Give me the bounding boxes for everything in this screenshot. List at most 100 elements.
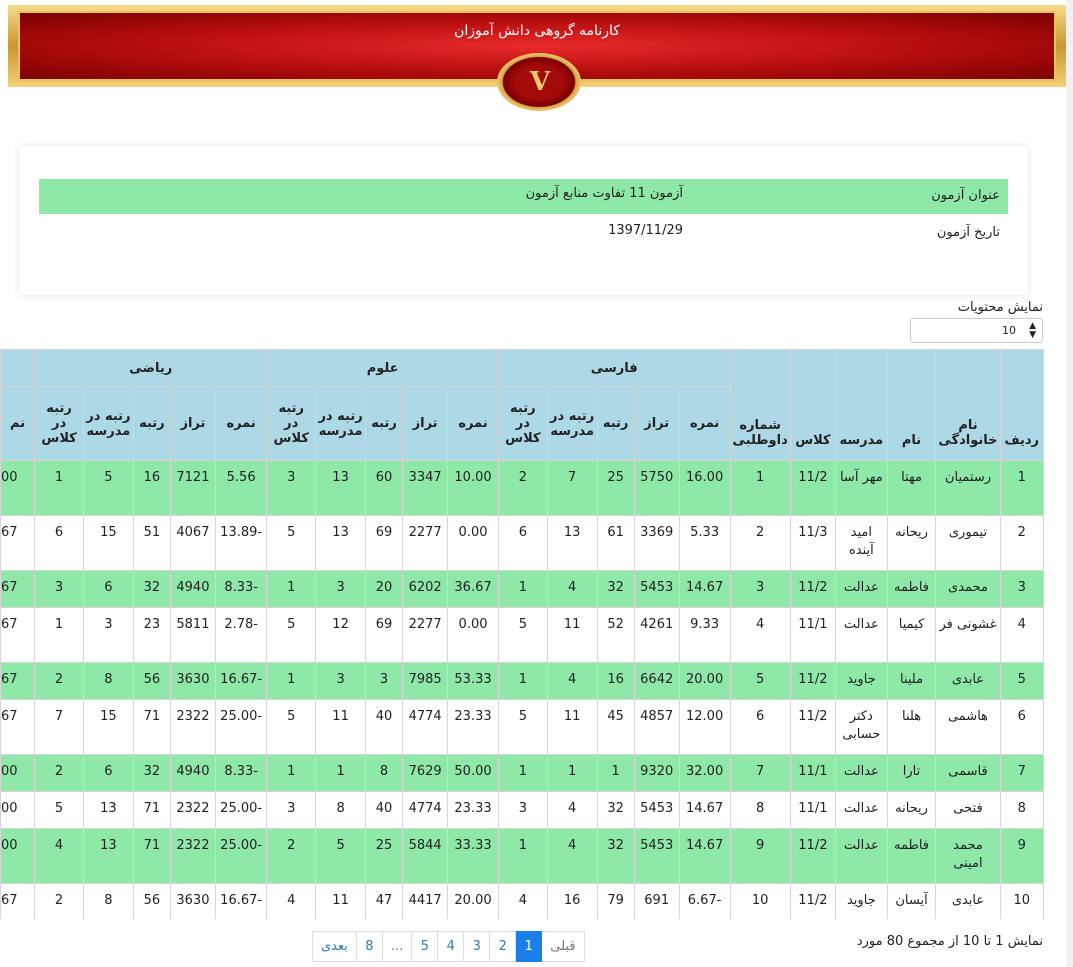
table-cell: 16 <box>546 883 598 919</box>
table-cell: 16.00 <box>678 460 731 516</box>
table-cell: 9 <box>729 828 791 884</box>
table-cell: 3 <box>497 791 548 829</box>
exam-title-value: آزمون 11 تفاوت منابع آزمون <box>525 186 683 201</box>
table-cell: 4417 <box>402 883 449 919</box>
table-cell: 1 <box>315 754 366 792</box>
table-cell: 51 <box>132 515 171 571</box>
table-cell: 2 <box>999 515 1044 571</box>
table-cell: 53.33 <box>447 662 499 700</box>
column-header: کلاس <box>789 349 837 461</box>
table-cell: 6 <box>82 754 134 792</box>
table-cell: -25.00 <box>214 791 268 829</box>
table-cell: مهتا <box>886 460 937 516</box>
table-cell: عدالت <box>835 754 888 792</box>
page-button-2[interactable]: 2 <box>489 931 517 962</box>
table-cell: 11/2 <box>789 828 837 884</box>
sort-arrows-icon: ▲ ▼ <box>1029 321 1036 340</box>
table-cell: 3 <box>364 662 404 700</box>
table-cell: 14.67 <box>678 791 731 829</box>
table-cell: 8 <box>82 883 134 919</box>
table-cell: فاطمه <box>886 828 937 884</box>
page-scrollbar[interactable] <box>1066 0 1073 967</box>
table-cell: 00 <box>0 791 36 829</box>
table-cell: 25 <box>364 828 404 884</box>
table-cell: 13 <box>546 515 598 571</box>
students-results-table: ردیف نام خانوادگی نام مدرسه کلاس شماره داوطلب… <box>0 349 1044 919</box>
table-cell: 1 <box>266 570 317 608</box>
table-cell: تیموری <box>935 515 1001 571</box>
table-cell: 4261 <box>633 607 680 663</box>
table-cell: 1 <box>546 754 598 792</box>
table-row: 6 هاشمی هلنا دکتر حسابی 11/2 6 12.00 4857 45 11 5 2… <box>0 699 1044 755</box>
column-header: ردیف <box>999 349 1044 461</box>
table-cell: 11/1 <box>789 754 837 792</box>
table-cell: 5 <box>82 460 134 516</box>
table-cell: 2 <box>34 754 84 792</box>
table-cell: 7 <box>729 754 791 792</box>
table-cell: 00 <box>0 754 36 792</box>
table-cell: 32 <box>132 570 171 608</box>
table-cell: 1 <box>596 754 635 792</box>
table-cell: 32 <box>596 791 635 829</box>
previous-page-button[interactable]: قبلی <box>541 931 585 962</box>
table-cell: 15 <box>82 515 134 571</box>
table-cell: 6 <box>82 570 134 608</box>
page-button-8[interactable]: 8 <box>355 931 383 962</box>
table-cell: 4 <box>546 570 598 608</box>
table-cell: 67 <box>0 607 36 663</box>
table-cell: محمدی <box>935 570 1001 608</box>
table-cell: 00 <box>0 828 36 884</box>
table-cell: 61 <box>596 515 635 571</box>
table-cell: 67 <box>0 515 36 571</box>
page-size-select[interactable]: 10 ▲ ▼ <box>910 318 1043 343</box>
page-button-5[interactable]: 5 <box>411 931 439 962</box>
table-cell: 20.00 <box>447 883 499 919</box>
table-row: 3 محمدی فاطمه عدالت 11/2 3 14.67 5453 32 4 1 36.67 6… <box>0 570 1044 608</box>
table-cell: 2 <box>34 883 84 919</box>
exam-info-card: عنوان آزمون آزمون 11 تفاوت منابع آزمون ت… <box>19 146 1028 295</box>
table-cell: 6202 <box>402 570 449 608</box>
page-button-1[interactable]: 1 <box>515 931 543 962</box>
table-cell: 67 <box>0 662 36 700</box>
table-cell: 5.33 <box>678 515 731 571</box>
table-cell: 6 <box>729 699 791 755</box>
table-cell: 5 <box>497 699 548 755</box>
table-cell: 11/2 <box>789 570 837 608</box>
table-cell: 2322 <box>169 699 216 755</box>
table-cell: 2 <box>729 515 791 571</box>
table-row: 5 عابدی ملینا جاوید 11/2 5 20.00 6642 16 4 1 53.33 7… <box>0 662 1044 700</box>
sub-column-header: رتبه در مدرسه <box>546 386 598 461</box>
table-cell: 23 <box>132 607 171 663</box>
table-cell: 3 <box>315 570 366 608</box>
table-cell: 5811 <box>169 607 216 663</box>
table-cell: 13 <box>82 828 134 884</box>
table-cell: 7121 <box>169 460 216 516</box>
table-cell: 4774 <box>402 699 449 755</box>
table-cell: 16 <box>132 460 171 516</box>
table-cell: 67 <box>0 699 36 755</box>
next-page-button[interactable]: بعدی <box>312 931 357 962</box>
page-button-4[interactable]: 4 <box>437 931 465 962</box>
table-cell: 5 <box>497 607 548 663</box>
table-cell: 5453 <box>633 791 680 829</box>
table-cell: 20 <box>364 570 404 608</box>
table-cell: 5.56 <box>214 460 268 516</box>
table-cell: 11 <box>546 607 598 663</box>
table-cell: 6 <box>34 515 84 571</box>
table-cell: ملینا <box>886 662 937 700</box>
table-row: 9 محمد امینی فاطمه عدالت 11/2 9 14.67 5453 32 4 1 3… <box>0 828 1044 884</box>
table-cell: 4774 <box>402 791 449 829</box>
table-cell: 5 <box>999 662 1044 700</box>
table-cell: 12.00 <box>678 699 731 755</box>
table-cell: 00 <box>0 460 36 516</box>
page-button-3[interactable]: 3 <box>463 931 491 962</box>
table-row: 4 غشونی فر کیمیا عدالت 11/1 4 9.33 4261 52 11 5 0.0… <box>0 607 1044 663</box>
table-cell: 5844 <box>402 828 449 884</box>
table-cell: 1 <box>497 662 548 700</box>
sub-column-header: رتبه در کلاس <box>497 386 548 461</box>
table-cell: امید آینده <box>835 515 888 571</box>
table-cell: دکتر حسابی <box>835 699 888 755</box>
table-cell: 0.00 <box>447 607 499 663</box>
table-cell: عدالت <box>835 791 888 829</box>
table-cell: 5 <box>34 791 84 829</box>
